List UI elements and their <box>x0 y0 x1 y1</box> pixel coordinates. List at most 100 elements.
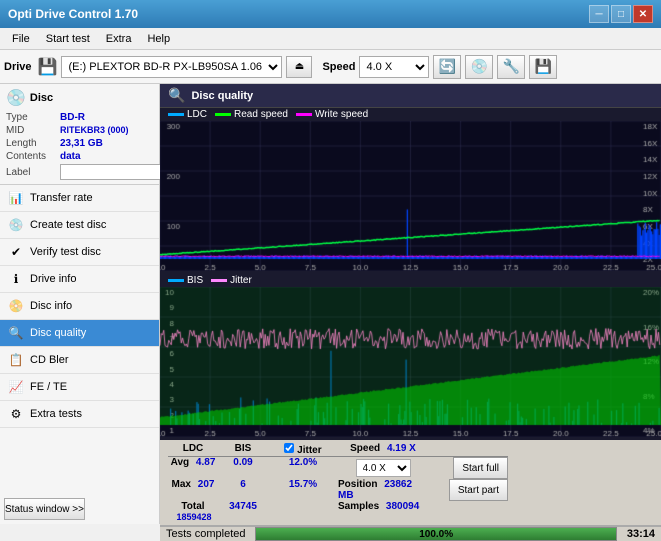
nav-label-extra-tests: Extra tests <box>30 408 82 420</box>
jitter-label: Jitter <box>297 445 321 456</box>
minimize-button[interactable]: ─ <box>589 5 609 23</box>
ldc-total: 1859428 <box>176 512 211 522</box>
nav-label-disc-info: Disc info <box>30 300 72 312</box>
eject-button[interactable]: ⏏ <box>286 56 312 78</box>
disc-label-row: Label 🔍 <box>6 164 153 180</box>
stats-grid: LDC BIS Jitter Speed 4.19 X Avg 4.87 0.0… <box>168 443 653 523</box>
close-button[interactable]: ✕ <box>633 5 653 23</box>
bottom-bar: Tests completed 100.0% 33:14 <box>160 525 661 541</box>
main-layout: 💿 Disc Type BD-R MID RITEKBR3 (000) Leng… <box>0 84 661 524</box>
jitter-checkbox[interactable] <box>284 443 294 453</box>
refresh-button[interactable]: 🔄 <box>433 55 461 79</box>
disc-info-icon: 📀 <box>8 298 24 314</box>
transfer-rate-icon: 📊 <box>8 190 24 206</box>
legend-bis-color <box>168 279 184 282</box>
samples-row: Samples 380094 <box>338 501 428 523</box>
menu-file[interactable]: File <box>4 31 38 47</box>
bis-total: 34745 <box>218 501 268 523</box>
stats-speed-header: Speed 4.19 X <box>338 443 428 457</box>
legend-bis-label: BIS <box>187 275 203 286</box>
nav-items: 📊 Transfer rate 💿 Create test disc ✔ Ver… <box>0 185 159 494</box>
chart-title: Disc quality <box>191 90 253 102</box>
nav-item-transfer-rate[interactable]: 📊 Transfer rate <box>0 185 159 212</box>
menu-extra[interactable]: Extra <box>98 31 140 47</box>
drive-info-icon: ℹ <box>8 271 24 287</box>
disc-button[interactable]: 💿 <box>465 55 493 79</box>
legend-ldc-color <box>168 113 184 116</box>
menu-starttest[interactable]: Start test <box>38 31 98 47</box>
stats-total-row: Total 1859428 <box>168 501 218 523</box>
nav-item-verify-test-disc[interactable]: ✔ Verify test disc <box>0 239 159 266</box>
nav-item-drive-info[interactable]: ℹ Drive info <box>0 266 159 293</box>
menu-help[interactable]: Help <box>139 31 178 47</box>
chart-header-icon: 🔍 <box>168 87 185 104</box>
nav-label-fe-te: FE / TE <box>30 381 67 393</box>
speed-select[interactable]: 4.0 X <box>359 56 429 78</box>
top-chart-container: LDC Read speed Write speed <box>160 108 661 274</box>
stats-bis-header: BIS <box>218 443 268 457</box>
bis-avg: 0.09 <box>218 457 268 479</box>
status-window-button[interactable]: Status window >> <box>4 498 85 520</box>
disc-type-row: Type BD-R <box>6 112 153 123</box>
disc-header: 💿 Disc <box>6 88 153 108</box>
bis-max: 6 <box>218 479 268 501</box>
maximize-button[interactable]: □ <box>611 5 631 23</box>
nav-item-disc-info[interactable]: 📀 Disc info <box>0 293 159 320</box>
right-panel: 🔍 Disc quality LDC Read speed Write spee… <box>160 84 661 524</box>
save-button[interactable]: 💾 <box>529 55 557 79</box>
status-window-section: Status window >> <box>0 494 159 524</box>
nav-item-cd-bler[interactable]: 📋 CD Bler <box>0 347 159 374</box>
disc-section: 💿 Disc Type BD-R MID RITEKBR3 (000) Leng… <box>0 84 159 185</box>
nav-item-create-test-disc[interactable]: 💿 Create test disc <box>0 212 159 239</box>
stats-avg-label: Avg 4.87 <box>168 457 218 479</box>
legend-jitter-label: Jitter <box>230 275 252 286</box>
nav-label-create-test-disc: Create test disc <box>30 219 106 231</box>
speed-value: 4.19 X <box>387 443 416 454</box>
cd-bler-icon: 📋 <box>8 352 24 368</box>
nav-item-fe-te[interactable]: 📈 FE / TE <box>0 374 159 401</box>
disc-label-label: Label <box>6 167 58 178</box>
stats-ldc-header: LDC <box>168 443 218 457</box>
chart-speed-select[interactable]: 4.0 X <box>356 459 411 477</box>
drive-select[interactable]: (E:) PLEXTOR BD-R PX-LB950SA 1.06 <box>61 56 282 78</box>
fe-te-icon: 📈 <box>8 379 24 395</box>
nav-item-extra-tests[interactable]: ⚙ Extra tests <box>0 401 159 428</box>
disc-mid-label: MID <box>6 125 58 136</box>
stats-area: LDC BIS Jitter Speed 4.19 X Avg 4.87 0.0… <box>160 440 661 525</box>
disc-length-value: 23,31 GB <box>60 138 103 149</box>
legend-write-label: Write speed <box>315 109 368 120</box>
stats-max-row: Max 207 <box>168 479 218 501</box>
action-buttons: Start full <box>428 457 508 479</box>
ldc-avg: 4.87 <box>196 457 215 468</box>
settings-button[interactable]: 🔧 <box>497 55 525 79</box>
drive-icon: 💾 <box>38 57 58 77</box>
nav-label-drive-info: Drive info <box>30 273 76 285</box>
legend-read-speed: Read speed <box>215 109 288 120</box>
ldc-max: 207 <box>198 479 215 490</box>
start-part-container: Start part <box>428 479 508 501</box>
start-full-button[interactable]: Start full <box>453 457 508 479</box>
disc-length-label: Length <box>6 138 58 149</box>
disc-header-icon: 💿 <box>6 88 26 108</box>
disc-contents-value: data <box>60 151 81 162</box>
start-part-button[interactable]: Start part <box>449 479 508 501</box>
chart-header: 🔍 Disc quality <box>160 84 661 108</box>
nav-item-disc-quality[interactable]: 🔍 Disc quality <box>0 320 159 347</box>
legend-read-label: Read speed <box>234 109 288 120</box>
disc-type-value: BD-R <box>60 112 85 123</box>
left-panel: 💿 Disc Type BD-R MID RITEKBR3 (000) Leng… <box>0 84 160 524</box>
extra-tests-icon: ⚙ <box>8 406 24 422</box>
disc-quality-icon: 🔍 <box>8 325 24 341</box>
progress-bar: 100.0% <box>255 527 616 541</box>
position-row: Position 23862 MB <box>338 479 428 501</box>
nav-label-cd-bler: CD Bler <box>30 354 69 366</box>
stats-last-empty <box>428 501 508 523</box>
legend-write-speed: Write speed <box>296 109 368 120</box>
time-text: 33:14 <box>627 528 655 540</box>
disc-contents-label: Contents <box>6 151 58 162</box>
top-chart-legend: LDC Read speed Write speed <box>160 108 661 121</box>
disc-type-label: Type <box>6 112 58 123</box>
legend-ldc: LDC <box>168 109 207 120</box>
verify-test-disc-icon: ✔ <box>8 244 24 260</box>
jitter-avg: 12.0% <box>268 457 338 479</box>
